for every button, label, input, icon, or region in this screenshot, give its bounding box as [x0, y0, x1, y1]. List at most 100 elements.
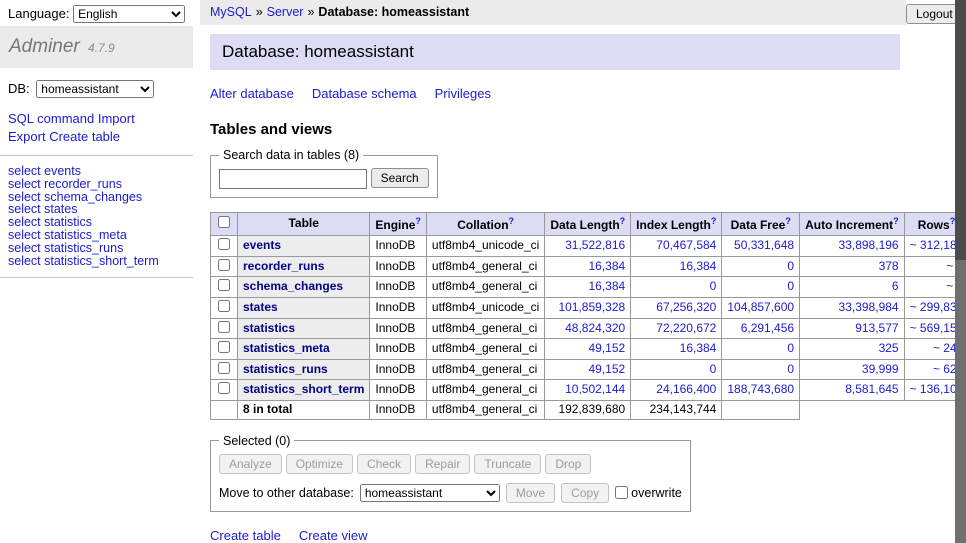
sidebar-table-link[interactable]: select statistics_runs: [8, 242, 193, 255]
scrollbar[interactable]: [955, 0, 966, 543]
scrollbar-thumb[interactable]: [955, 0, 966, 260]
data-length-cell: 48,824,320: [545, 318, 631, 339]
table-name-link[interactable]: states: [243, 300, 278, 314]
language-select[interactable]: English: [73, 5, 185, 23]
table-name-link[interactable]: statistics_short_term: [243, 382, 364, 396]
auto-increment-link[interactable]: 378: [879, 259, 899, 273]
sidebar-table-link[interactable]: select recorder_runs: [8, 178, 193, 191]
table-name-link[interactable]: recorder_runs: [243, 259, 324, 273]
copy-button[interactable]: Copy: [561, 483, 609, 503]
create-link[interactable]: Create table: [210, 528, 281, 543]
data-length-cell: 101,859,328: [545, 297, 631, 318]
row-checkbox[interactable]: [218, 300, 230, 312]
sidebar-table-link[interactable]: select statistics_meta: [8, 229, 193, 242]
sidebar-action-link[interactable]: Import: [98, 111, 135, 126]
index-length-link[interactable]: 67,256,320: [656, 300, 716, 314]
auto-increment-link[interactable]: 6: [892, 279, 899, 293]
move-db-select[interactable]: homeassistant: [360, 484, 500, 502]
data-length-link[interactable]: 48,824,320: [565, 321, 625, 335]
db-action-link[interactable]: Privileges: [435, 86, 491, 101]
index-length-link[interactable]: 0: [710, 362, 717, 376]
row-checkbox[interactable]: [218, 321, 230, 333]
auto-increment-link[interactable]: 913,577: [855, 321, 898, 335]
data-length-link[interactable]: 49,152: [588, 341, 625, 355]
table-name-link[interactable]: events: [243, 238, 281, 252]
help-link[interactable]: ?: [415, 216, 421, 226]
create-links: Create table Create view: [210, 528, 900, 543]
breadcrumb: MySQL»Server»Database: homeassistant: [200, 0, 906, 25]
data-free-link[interactable]: 188,743,680: [727, 382, 794, 396]
table-name-link[interactable]: statistics: [243, 321, 295, 335]
data-free-link[interactable]: 0: [787, 259, 794, 273]
sidebar-table-link[interactable]: select statistics_short_term: [8, 255, 193, 268]
data-free-link[interactable]: 0: [787, 279, 794, 293]
auto-increment-link[interactable]: 39,999: [862, 362, 899, 376]
row-checkbox[interactable]: [218, 341, 230, 353]
breadcrumb-mysql-link[interactable]: MySQL: [210, 5, 252, 19]
move-button[interactable]: Move: [506, 483, 555, 503]
data-length-link[interactable]: 49,152: [588, 362, 625, 376]
data-free-cell: 0: [722, 277, 800, 298]
data-length-link[interactable]: 16,384: [588, 259, 625, 273]
row-checkbox[interactable]: [218, 362, 230, 374]
auto-increment-link[interactable]: 33,398,984: [839, 300, 899, 314]
data-length-link[interactable]: 101,859,328: [558, 300, 625, 314]
auto-increment-cell: 6: [800, 277, 905, 298]
db-select[interactable]: homeassistant: [36, 80, 154, 98]
row-select-cell: [211, 297, 238, 318]
help-link[interactable]: ?: [620, 216, 626, 226]
sidebar-table-link[interactable]: select events: [8, 165, 193, 178]
data-free-link[interactable]: 6,291,456: [741, 321, 794, 335]
move-label: Move to other database:: [219, 486, 354, 500]
bulk-optimize-button[interactable]: Optimize: [286, 454, 353, 474]
table-name-link[interactable]: statistics_meta: [243, 341, 330, 355]
data-length-link[interactable]: 10,502,144: [565, 382, 625, 396]
search-button[interactable]: Search: [371, 168, 429, 188]
sidebar-action-link[interactable]: Create table: [49, 129, 120, 144]
auto-increment-link[interactable]: 33,898,196: [839, 238, 899, 252]
row-checkbox[interactable]: [218, 279, 230, 291]
index-length-link[interactable]: 16,384: [680, 259, 717, 273]
sidebar-action-link[interactable]: Export: [8, 129, 46, 144]
sidebar-action-link[interactable]: SQL command: [8, 111, 94, 126]
data-length-link[interactable]: 16,384: [588, 279, 625, 293]
breadcrumb-server-link[interactable]: Server: [267, 5, 304, 19]
db-action-link[interactable]: Alter database: [210, 86, 294, 101]
index-length-link[interactable]: 70,467,584: [656, 238, 716, 252]
row-checkbox[interactable]: [218, 259, 230, 271]
table-row: recorder_runsInnoDButf8mb4_general_ci16,…: [211, 256, 966, 277]
main-content: Database: homeassistant Alter databaseDa…: [200, 25, 966, 543]
data-free-link[interactable]: 104,857,600: [727, 300, 794, 314]
select-all-checkbox[interactable]: [218, 216, 230, 228]
auto-increment-link[interactable]: 325: [879, 341, 899, 355]
bulk-truncate-button[interactable]: Truncate: [474, 454, 541, 474]
data-free-link[interactable]: 50,331,648: [734, 238, 794, 252]
table-name-link[interactable]: statistics_runs: [243, 362, 328, 376]
column-help: ?: [893, 216, 899, 227]
row-checkbox[interactable]: [218, 382, 230, 394]
search-input[interactable]: [219, 169, 367, 189]
bulk-analyze-button[interactable]: Analyze: [219, 454, 282, 474]
index-length-link[interactable]: 72,220,672: [656, 321, 716, 335]
index-length-link[interactable]: 16,384: [680, 341, 717, 355]
db-action-link[interactable]: Database schema: [312, 86, 417, 101]
help-link[interactable]: ?: [509, 216, 515, 226]
overwrite-checkbox[interactable]: [615, 486, 628, 499]
index-length-link[interactable]: 0: [710, 279, 717, 293]
data-length-link[interactable]: 31,522,816: [565, 238, 625, 252]
help-link[interactable]: ?: [893, 216, 899, 226]
index-length-link[interactable]: 24,166,400: [656, 382, 716, 396]
bulk-repair-button[interactable]: Repair: [415, 454, 470, 474]
help-link[interactable]: ?: [711, 216, 717, 226]
auto-increment-link[interactable]: 8,581,645: [845, 382, 898, 396]
bulk-drop-button[interactable]: Drop: [545, 454, 591, 474]
table-name-link[interactable]: schema_changes: [243, 279, 343, 293]
row-checkbox[interactable]: [218, 238, 230, 250]
help-link[interactable]: ?: [785, 216, 791, 226]
bulk-check-button[interactable]: Check: [357, 454, 411, 474]
column-header-data-length: Data Length?: [545, 212, 631, 236]
data-free-link[interactable]: 0: [787, 341, 794, 355]
data-length-cell: 16,384: [545, 277, 631, 298]
data-free-link[interactable]: 0: [787, 362, 794, 376]
create-link[interactable]: Create view: [299, 528, 368, 543]
